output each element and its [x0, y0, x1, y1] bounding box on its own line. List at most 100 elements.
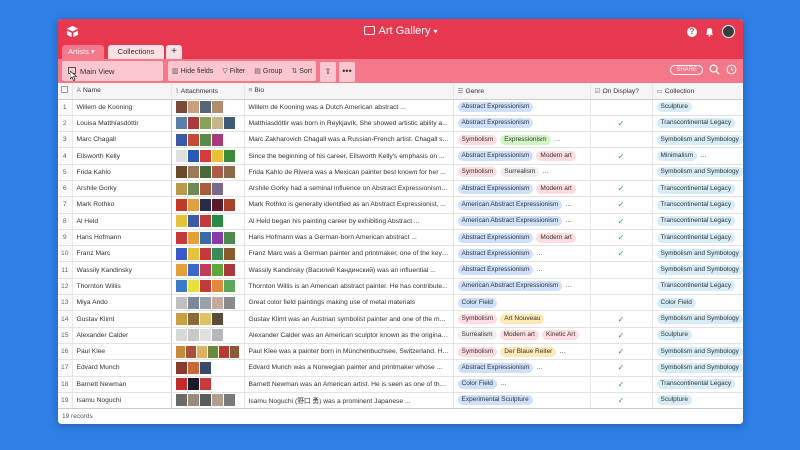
artist-name-cell[interactable]: Arshile Gorky [72, 180, 172, 198]
bio-cell[interactable]: Franz Marc was a German painter and prin… [244, 245, 454, 263]
column-header-collection[interactable]: ▭ Collection [652, 83, 743, 100]
attachment-thumbnail[interactable] [199, 361, 211, 374]
filter-button[interactable]: ▽ Filter [222, 67, 245, 76]
table-row[interactable]: 17 Edvard Munch Edvard Munch was a Norwegi… [58, 359, 743, 377]
avatar[interactable] [722, 25, 735, 38]
attachment-thumbnail[interactable] [175, 182, 187, 195]
on-display-cell[interactable] [590, 278, 653, 296]
artist-name-cell[interactable]: Gustav Klimt [72, 310, 172, 328]
table-row[interactable]: 19 Isamu Noguchi Isamu Noguchi (野口 勇) was … [58, 392, 743, 410]
artist-name-cell[interactable]: Marc Chagall [72, 131, 172, 149]
attachment-thumbnail[interactable] [199, 394, 211, 407]
genre-cell[interactable]: Symbolism Der Blaue Reiter Bauhaus [453, 343, 591, 361]
table-row[interactable]: 10 Franz Marc Franz Marc was a German pain… [58, 245, 743, 263]
attachment-thumbnail[interactable] [211, 296, 223, 309]
on-display-cell[interactable] [590, 294, 653, 312]
attachments-cell[interactable] [171, 147, 245, 165]
attachment-thumbnail[interactable] [199, 264, 211, 277]
attachment-thumbnail[interactable] [229, 345, 240, 358]
attachment-thumbnail[interactable] [187, 133, 199, 146]
bio-cell[interactable]: Edvard Munch was a Norwegian painter and… [244, 359, 454, 377]
artist-name-cell[interactable]: Miya Ando [72, 294, 172, 312]
share-view-icon[interactable]: ⇧ [320, 62, 336, 82]
attachment-thumbnail[interactable] [187, 378, 199, 391]
artist-name-cell[interactable]: Wassily Kandinsky [72, 261, 172, 279]
bio-cell[interactable]: Hans Hofmann was a German-born American … [244, 229, 454, 247]
on-display-cell[interactable] [590, 131, 653, 149]
on-display-cell[interactable] [590, 261, 653, 279]
attachment-thumbnail[interactable] [211, 198, 223, 211]
attachment-thumbnail[interactable] [175, 280, 187, 293]
table-row[interactable]: 8 Al Held Al Held began his painting caree… [58, 213, 743, 230]
bio-cell[interactable]: Isamu Noguchi (野口 勇) was a prominent Jap… [244, 392, 454, 410]
attachment-thumbnail[interactable] [187, 394, 199, 407]
attachment-thumbnail[interactable] [199, 231, 211, 244]
on-display-cell[interactable]: ✓ [590, 229, 653, 247]
bio-cell[interactable]: Great color field paintings making use o… [244, 294, 454, 312]
attachment-thumbnail[interactable] [218, 345, 229, 358]
on-display-cell[interactable]: ✓ [590, 196, 653, 214]
attachment-thumbnail[interactable] [199, 117, 211, 130]
attachment-thumbnail[interactable] [175, 378, 187, 391]
table-row[interactable]: 11 Wassily Kandinsky Wassily Kandinsky (Ва… [58, 261, 743, 279]
genre-cell[interactable]: Abstract Expressionism Modern art [453, 229, 591, 247]
bio-cell[interactable]: Wassily Kandinsky (Василий Кандинский) w… [244, 261, 454, 279]
artist-name-cell[interactable]: Frida Kahlo [72, 164, 172, 181]
artist-name-cell[interactable]: Barnett Newman [72, 376, 172, 393]
column-header-bio[interactable]: ≡ Bio [244, 83, 454, 100]
column-header-name[interactable]: A Name [72, 83, 172, 100]
attachment-thumbnail[interactable] [175, 361, 187, 374]
genre-cell[interactable]: Symbolism Surrealism Magical Realism [453, 164, 591, 181]
genre-cell[interactable]: Abstract Expressionism Der Blaue Reiter [453, 245, 591, 263]
attachment-thumbnail[interactable] [175, 198, 187, 211]
on-display-cell[interactable] [590, 99, 653, 116]
tab-collections[interactable]: Collections [108, 45, 164, 59]
collection-cell[interactable]: Symbolism and Symbology [652, 245, 743, 263]
view-switcher-button[interactable]: Main View [62, 61, 163, 81]
collection-cell[interactable]: Sculpture [652, 99, 743, 116]
genre-cell[interactable]: Abstract Expressionism Der Blaue Reiter [453, 261, 591, 279]
attachment-thumbnail[interactable] [187, 231, 199, 244]
more-button[interactable]: ••• [339, 62, 355, 82]
table-row[interactable]: 14 Gustav Klimt Gustav Klimt was an Austri… [58, 310, 743, 328]
attachments-cell[interactable] [171, 131, 245, 149]
attachment-thumbnail[interactable] [175, 296, 187, 309]
add-table-button[interactable]: + [166, 45, 182, 59]
attachment-thumbnail[interactable] [223, 231, 235, 244]
hide-fields-button[interactable]: ▥ Hide fields [172, 67, 213, 76]
attachment-thumbnail[interactable] [223, 166, 235, 179]
attachment-thumbnail[interactable] [187, 264, 199, 277]
attachment-thumbnail[interactable] [199, 313, 211, 325]
attachment-thumbnail[interactable] [187, 215, 199, 228]
artist-name-cell[interactable]: Edvard Munch [72, 359, 172, 377]
attachments-cell[interactable] [171, 261, 245, 279]
collection-cell[interactable]: Symbolism and Symbology [652, 131, 743, 149]
attachment-thumbnail[interactable] [211, 329, 223, 342]
attachment-thumbnail[interactable] [175, 150, 187, 163]
on-display-cell[interactable]: ✓ [590, 213, 653, 230]
bio-cell[interactable]: Frida Kahlo de Rivera was a Mexican pain… [244, 164, 454, 181]
attachments-cell[interactable] [171, 245, 245, 263]
attachment-thumbnail[interactable] [175, 133, 187, 146]
bio-cell[interactable]: Willem de Kooning was a Dutch American a… [244, 99, 454, 116]
attachment-thumbnail[interactable] [187, 117, 199, 130]
help-icon[interactable]: ? [687, 26, 697, 37]
column-header-genre[interactable]: ☰ Genre [453, 83, 591, 100]
collection-cell[interactable]: Symbolism and Symbology [652, 164, 743, 181]
bio-cell[interactable]: Alexander Calder was an American sculpto… [244, 327, 454, 344]
attachments-cell[interactable] [171, 164, 245, 181]
collection-cell[interactable]: Sculpture [652, 327, 743, 344]
attachments-cell[interactable] [171, 359, 245, 377]
table-row[interactable]: 16 Paul Klee Paul Klee was a painter born … [58, 343, 743, 361]
on-display-cell[interactable]: ✓ [590, 376, 653, 393]
table-row[interactable]: 6 Arshile Gorky Arshile Gorky had a semina… [58, 180, 743, 198]
attachment-thumbnail[interactable] [199, 101, 211, 114]
bio-cell[interactable]: Mark Rothko is generally identified as a… [244, 196, 454, 214]
genre-cell[interactable]: Symbolism Expressionism Fauvism [453, 131, 591, 149]
attachment-thumbnail[interactable] [199, 150, 211, 163]
attachment-thumbnail[interactable] [199, 280, 211, 293]
genre-cell[interactable]: Abstract Expressionism Modern art [453, 180, 591, 198]
attachment-thumbnail[interactable] [175, 215, 187, 228]
bio-cell[interactable]: Al Held began his painting career by exh… [244, 213, 454, 230]
on-display-cell[interactable]: ✓ [590, 115, 653, 133]
